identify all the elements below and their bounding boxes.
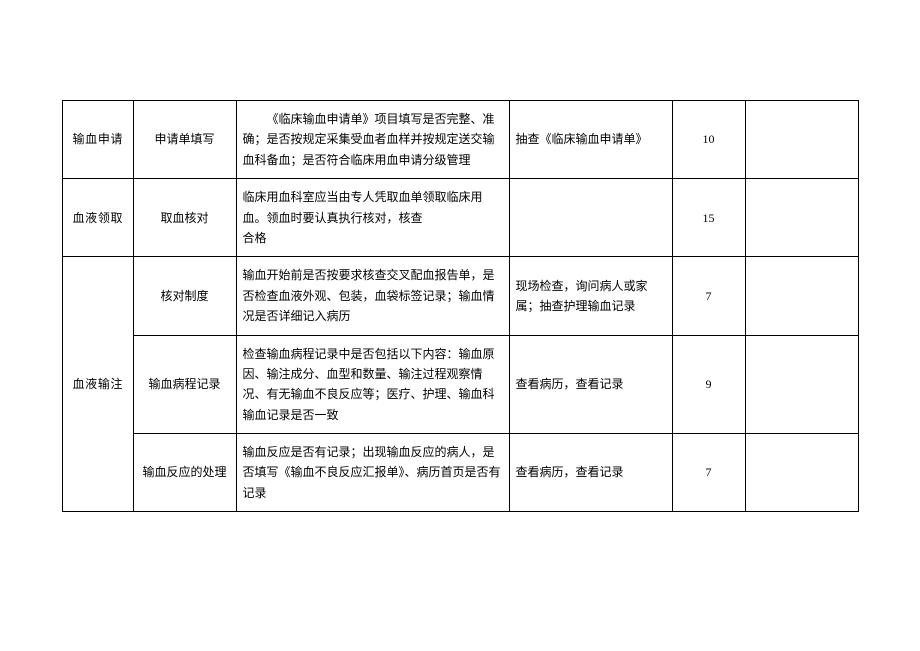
table-row: 血液输注 核对制度 输血开始前是否按要求核查交叉配血报告单，是否检查血液外观、包… [62,257,858,335]
category-cell: 血液领取 [62,179,133,257]
method-cell [509,179,672,257]
method-cell: 现场检查，询问病人或家属；抽查护理输血记录 [509,257,672,335]
table-row: 输血申请 申请单填写 《临床输血申请单》项目填写是否完整、准确；是否按规定采集受… [62,101,858,179]
category-cell: 血液输注 [62,257,133,512]
blank-cell [745,101,858,179]
content-cell: 临床用血科室应当由专人凭取血单领取临床用血。领血时要认真执行核对，核查 合格 [236,179,509,257]
blank-cell [745,257,858,335]
item-cell: 输血反应的处理 [133,434,236,512]
score-cell: 9 [672,335,745,434]
score-cell: 7 [672,434,745,512]
evaluation-table: 输血申请 申请单填写 《临床输血申请单》项目填写是否完整、准确；是否按规定采集受… [62,100,859,512]
item-cell: 取血核对 [133,179,236,257]
method-cell: 查看病历，查看记录 [509,434,672,512]
content-cell: 《临床输血申请单》项目填写是否完整、准确；是否按规定采集受血者血样并按规定送交输… [236,101,509,179]
blank-cell [745,434,858,512]
table-row: 输血反应的处理 输血反应是否有记录；出现输血反应的病人，是否填写《输血不良反应汇… [62,434,858,512]
content-cell: 输血反应是否有记录；出现输血反应的病人，是否填写《输血不良反应汇报单》、病历首页… [236,434,509,512]
item-cell: 输血病程记录 [133,335,236,434]
item-cell: 申请单填写 [133,101,236,179]
table-row: 血液领取 取血核对 临床用血科室应当由专人凭取血单领取临床用血。领血时要认真执行… [62,179,858,257]
table-row: 输血病程记录 检查输血病程记录中是否包括以下内容：输血原因、输注成分、血型和数量… [62,335,858,434]
item-cell: 核对制度 [133,257,236,335]
content-cell: 输血开始前是否按要求核查交叉配血报告单，是否检查血液外观、包装，血袋标签记录；输… [236,257,509,335]
score-cell: 15 [672,179,745,257]
blank-cell [745,179,858,257]
category-cell: 输血申请 [62,101,133,179]
blank-cell [745,335,858,434]
method-cell: 查看病历，查看记录 [509,335,672,434]
score-cell: 7 [672,257,745,335]
content-cell: 检查输血病程记录中是否包括以下内容：输血原因、输注成分、血型和数量、输注过程观察… [236,335,509,434]
score-cell: 10 [672,101,745,179]
method-cell: 抽查《临床输血申请单》 [509,101,672,179]
